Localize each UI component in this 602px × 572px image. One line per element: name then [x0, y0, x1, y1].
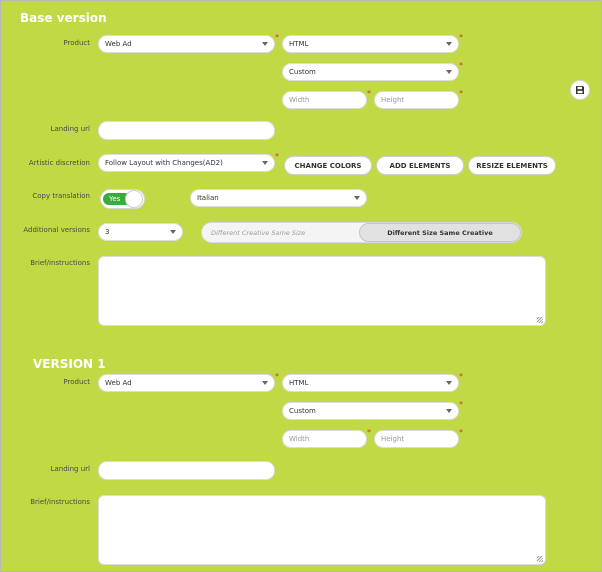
v1-brief-textarea[interactable] [98, 495, 546, 565]
change-colors-button[interactable]: CHANGE COLORS [284, 156, 372, 175]
v1-product-type-select[interactable]: Web Ad [98, 374, 275, 392]
option-label: Different Size Same Creative [387, 228, 493, 237]
width-input[interactable]: Width [282, 91, 367, 109]
additional-versions-select[interactable]: 3 [98, 223, 183, 241]
height-placeholder: Height [381, 435, 405, 443]
artistic-discretion-value: Follow Layout with Changes(AD2) [105, 159, 223, 167]
product-format-select[interactable]: HTML [282, 35, 459, 53]
option-different-size-same-creative[interactable]: Different Size Same Creative [359, 223, 521, 242]
product-format-value: HTML [289, 40, 309, 48]
toggle-knob [125, 190, 143, 208]
v1-height-input[interactable]: Height [374, 430, 459, 448]
required-marker: * [367, 428, 371, 437]
additional-versions-label: Additional versions [23, 226, 90, 234]
landing-url-input[interactable] [98, 121, 275, 140]
version-type-segmented: Different Creative Same Size Different S… [201, 222, 522, 243]
height-input[interactable]: Height [374, 91, 459, 109]
chevron-down-icon [262, 381, 268, 385]
height-placeholder: Height [381, 96, 405, 104]
save-icon [576, 86, 584, 94]
resize-elements-button[interactable]: RESIZE ELEMENTS [468, 156, 556, 175]
product-type-select[interactable]: Web Ad [98, 35, 275, 53]
chevron-down-icon [446, 70, 452, 74]
option-label: Different Creative Same Size [211, 228, 306, 237]
width-placeholder: Width [289, 435, 310, 443]
product-label: Product [63, 39, 90, 47]
option-different-creative-same-size[interactable]: Different Creative Same Size [202, 223, 359, 242]
chevron-down-icon [170, 230, 176, 234]
product-label: Product [63, 378, 90, 386]
brief-label: Brief/instructions [30, 259, 90, 267]
product-format-value: HTML [289, 379, 309, 387]
product-type-value: Web Ad [105, 379, 132, 387]
required-marker: * [459, 61, 463, 70]
artistic-discretion-select[interactable]: Follow Layout with Changes(AD2) [98, 154, 275, 172]
required-marker: * [275, 33, 279, 42]
landing-url-label: Landing url [50, 465, 90, 473]
additional-versions-value: 3 [105, 228, 110, 236]
section-title-version-1: VERSION 1 [33, 357, 106, 371]
required-marker: * [275, 152, 279, 161]
add-elements-button[interactable]: ADD ELEMENTS [376, 156, 464, 175]
form-panel: Base version Product Web Ad * HTML * Cus… [0, 0, 602, 572]
chevron-down-icon [446, 409, 452, 413]
copy-translation-label: Copy translation [32, 192, 90, 200]
artistic-discretion-label: Artistic discretion [28, 159, 90, 167]
required-marker: * [459, 89, 463, 98]
chevron-down-icon [262, 42, 268, 46]
required-marker: * [459, 400, 463, 409]
language-value: Italian [197, 194, 219, 202]
landing-url-label: Landing url [50, 125, 90, 133]
product-size-select[interactable]: Custom [282, 63, 459, 81]
chevron-down-icon [446, 381, 452, 385]
v1-landing-url-input[interactable] [98, 461, 275, 480]
product-type-value: Web Ad [105, 40, 132, 48]
resize-grip-icon[interactable] [537, 317, 543, 323]
brief-textarea[interactable] [98, 256, 546, 326]
copy-translation-toggle[interactable]: Yes [100, 189, 145, 209]
chevron-down-icon [446, 42, 452, 46]
resize-grip-icon[interactable] [537, 556, 543, 562]
width-placeholder: Width [289, 96, 310, 104]
v1-width-input[interactable]: Width [282, 430, 367, 448]
v1-product-format-select[interactable]: HTML [282, 374, 459, 392]
product-size-value: Custom [289, 407, 316, 415]
toggle-label: Yes [109, 195, 121, 203]
language-select[interactable]: Italian [190, 189, 367, 207]
required-marker: * [459, 33, 463, 42]
section-title-base: Base version [20, 11, 107, 25]
chevron-down-icon [354, 196, 360, 200]
product-size-value: Custom [289, 68, 316, 76]
v1-product-size-select[interactable]: Custom [282, 402, 459, 420]
required-marker: * [275, 372, 279, 381]
brief-label: Brief/instructions [30, 498, 90, 506]
required-marker: * [459, 428, 463, 437]
chevron-down-icon [262, 161, 268, 165]
save-button[interactable] [570, 80, 590, 100]
required-marker: * [459, 372, 463, 381]
required-marker: * [367, 89, 371, 98]
